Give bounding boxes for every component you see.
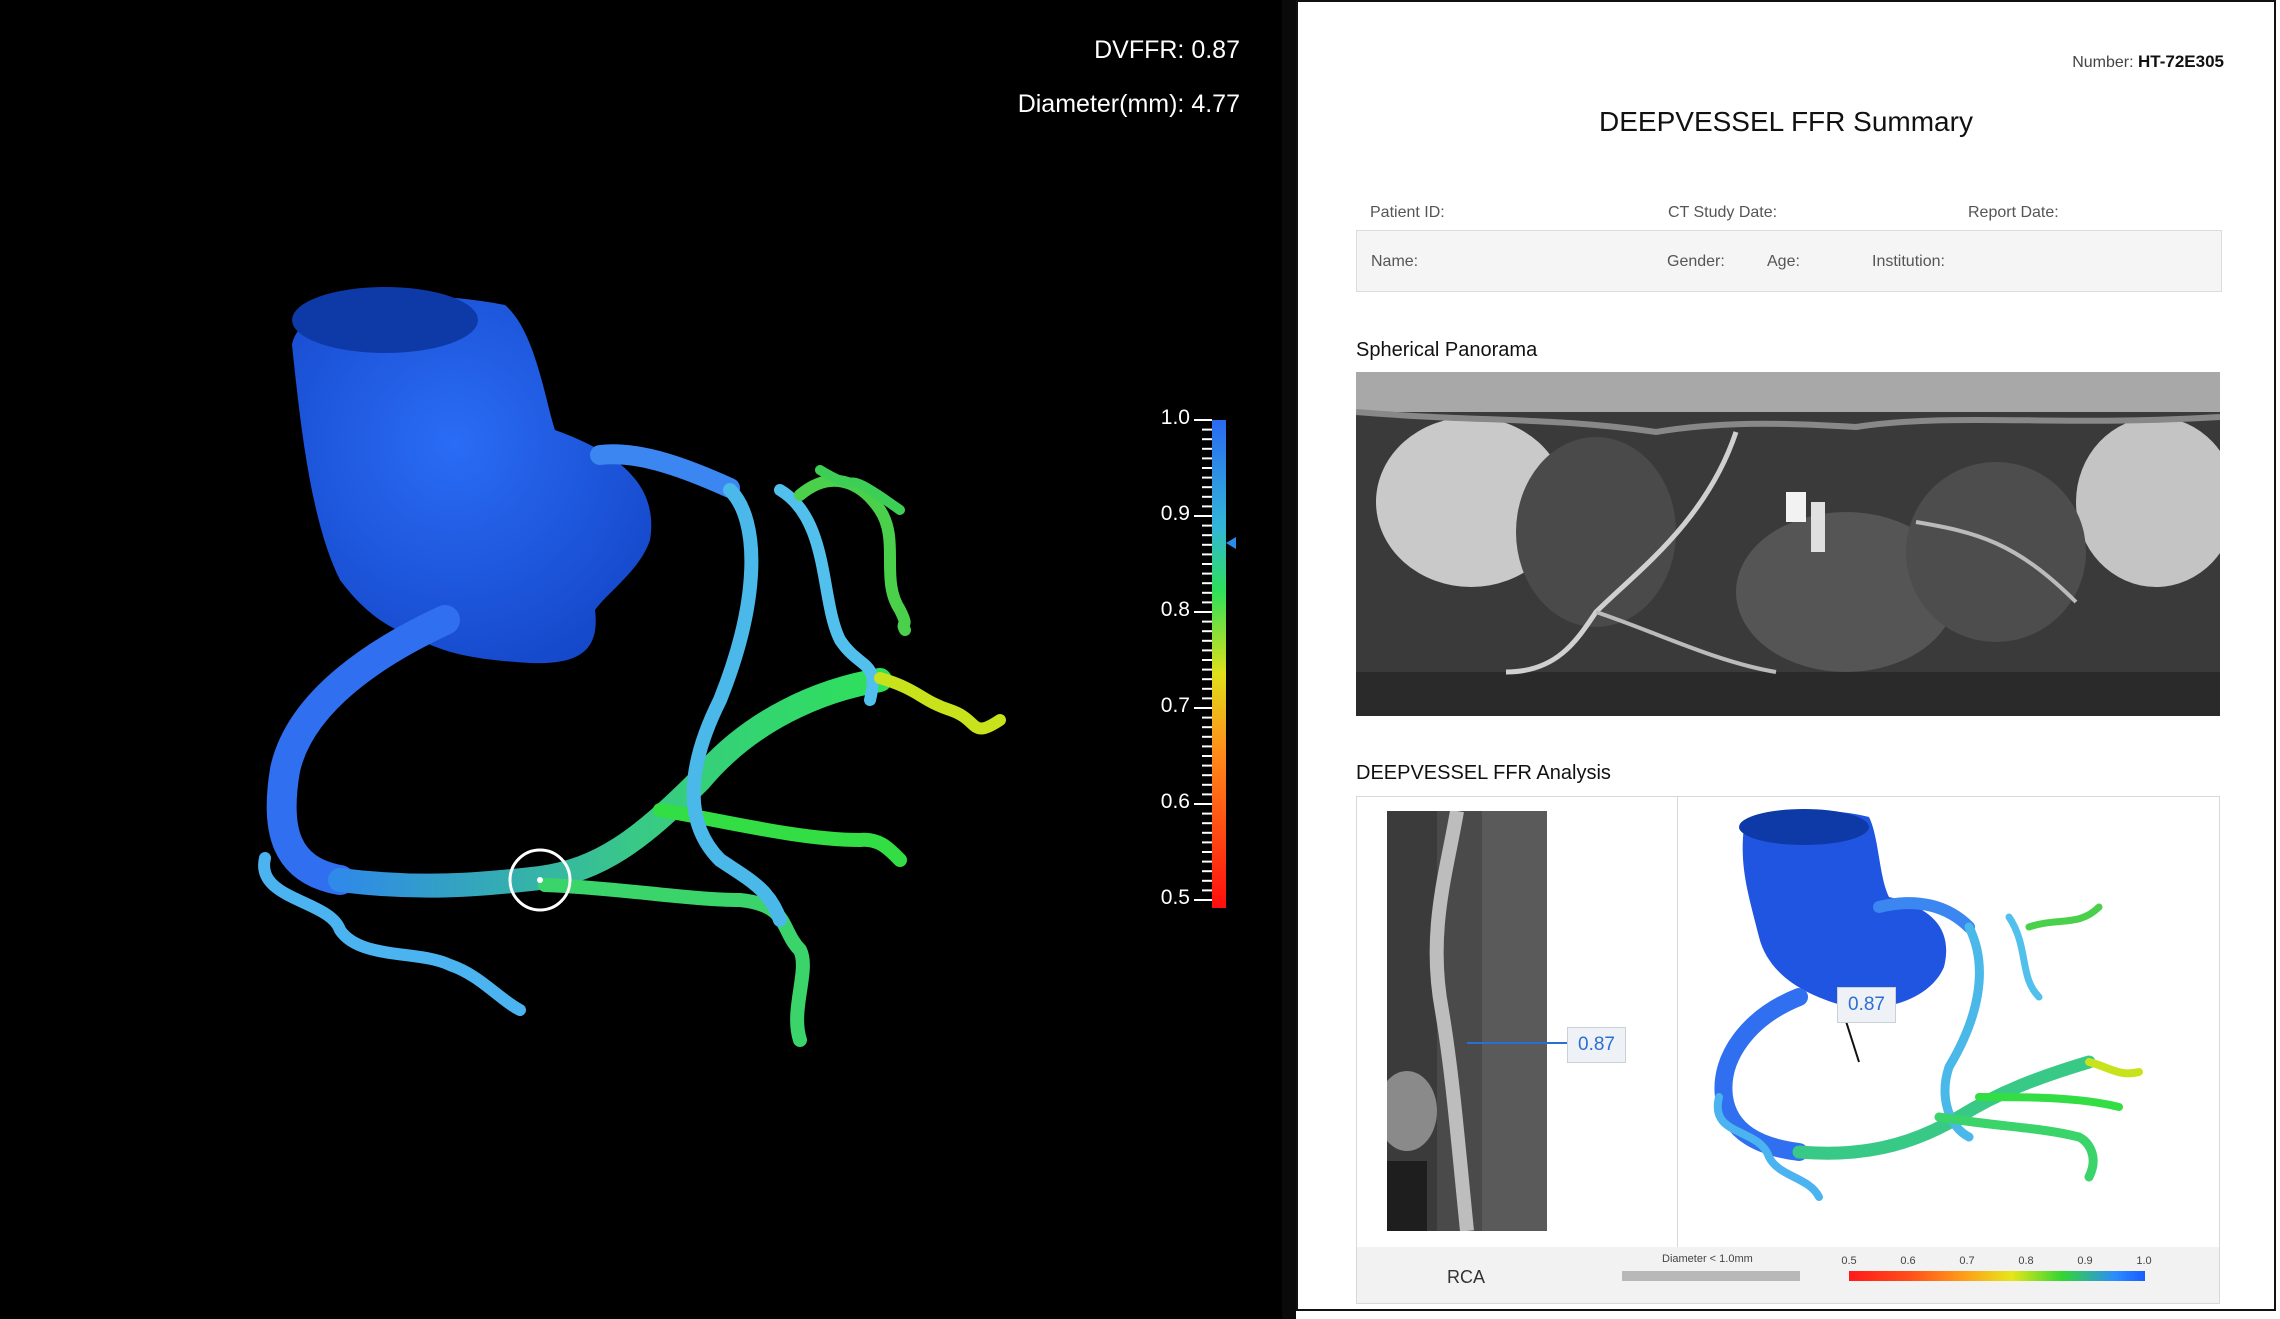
scale-tick-label: 0.9 [2077,1255,2093,1267]
aorta [292,296,652,664]
field-institution: Institution: [1872,253,1945,270]
cpr-callout-line [1467,1042,1567,1044]
panel-divider [1282,0,1296,1319]
cpr-ffr-callout: 0.87 [1567,1027,1626,1063]
rca-distal [328,668,892,898]
diameter-legend-swatch [1622,1271,1800,1281]
vessel-3d-viewer[interactable]: DVFFR: 0.87 Diameter(mm): 4.77 1.0 0.9 0… [0,0,1282,1319]
ffr-analysis-panel: 0.87 0.87 RCA Diameter < 1.0mm 0.5 0.6 0… [1356,796,2220,1304]
field-gender: Gender: [1667,253,1725,270]
vessel-name: RCA [1447,1267,1486,1287]
ffr-colorbar [1194,419,1236,908]
spherical-panorama-image [1356,372,2220,716]
model-ffr-callout: 0.87 [1837,987,1896,1023]
branch-upper-1 [686,483,787,927]
field-report-date: Report Date: [1968,204,2059,221]
patient-info-box: Name: Gender: Age: Institution: [1356,230,2222,292]
scale-tick-label: 0.7 [1959,1255,1975,1267]
colorbar-tick-label: 1.0 [1160,406,1190,429]
mini-vessel-model [1713,809,2143,1201]
ffr-report: Number: HT-72E305 DEEPVESSEL FFR Summary… [1296,0,2276,1311]
colorbar-marker [1226,537,1236,549]
report-number-label: Number: [2072,54,2134,71]
aorta-opening [292,287,478,353]
coronary-vessel-model[interactable] [0,0,1282,1319]
panorama-title: Spherical Panorama [1356,339,1538,361]
patient-info-header: Patient ID: CT Study Date: Report Date: [1358,202,2222,228]
branch-right [874,672,1006,735]
report-number-value: HT-72E305 [2138,52,2224,71]
analysis-legend-bar: RCA Diameter < 1.0mm 0.5 0.6 0.7 0.8 0.9… [1357,1247,2219,1303]
scale-tick-label: 0.5 [1841,1255,1857,1267]
report-title: DEEPVESSEL FFR Summary [1599,106,1973,137]
scale-tick-label: 1.0 [2136,1255,2152,1267]
scale-tick-label: 0.8 [2018,1255,2034,1267]
scale-tick-label: 0.6 [1900,1255,1916,1267]
field-ct-study-date: CT Study Date: [1668,204,1778,221]
field-patient-id: Patient ID: [1370,204,1445,221]
selection-dot [537,877,543,883]
report-number: Number: HT-72E305 [2072,52,2224,72]
analysis-title: DEEPVESSEL FFR Analysis [1356,762,1611,784]
diameter-legend-label: Diameter < 1.0mm [1662,1253,1753,1265]
analysis-split [1677,797,1678,1247]
field-name: Name: [1371,253,1419,270]
field-age: Age: [1767,253,1800,270]
colorbar-tick-label: 0.6 [1160,790,1190,813]
colorbar-tick-label: 0.8 [1160,598,1190,621]
branch-marginal [538,878,810,1047]
ffr-scale-bar [1849,1271,2145,1281]
colorbar-tick-label: 0.5 [1160,886,1190,909]
branch-upper-2 [774,484,879,706]
colorbar-tick-label: 0.7 [1160,694,1190,717]
rca-proximal [266,605,460,895]
colorbar-tick-label: 0.9 [1160,502,1190,525]
